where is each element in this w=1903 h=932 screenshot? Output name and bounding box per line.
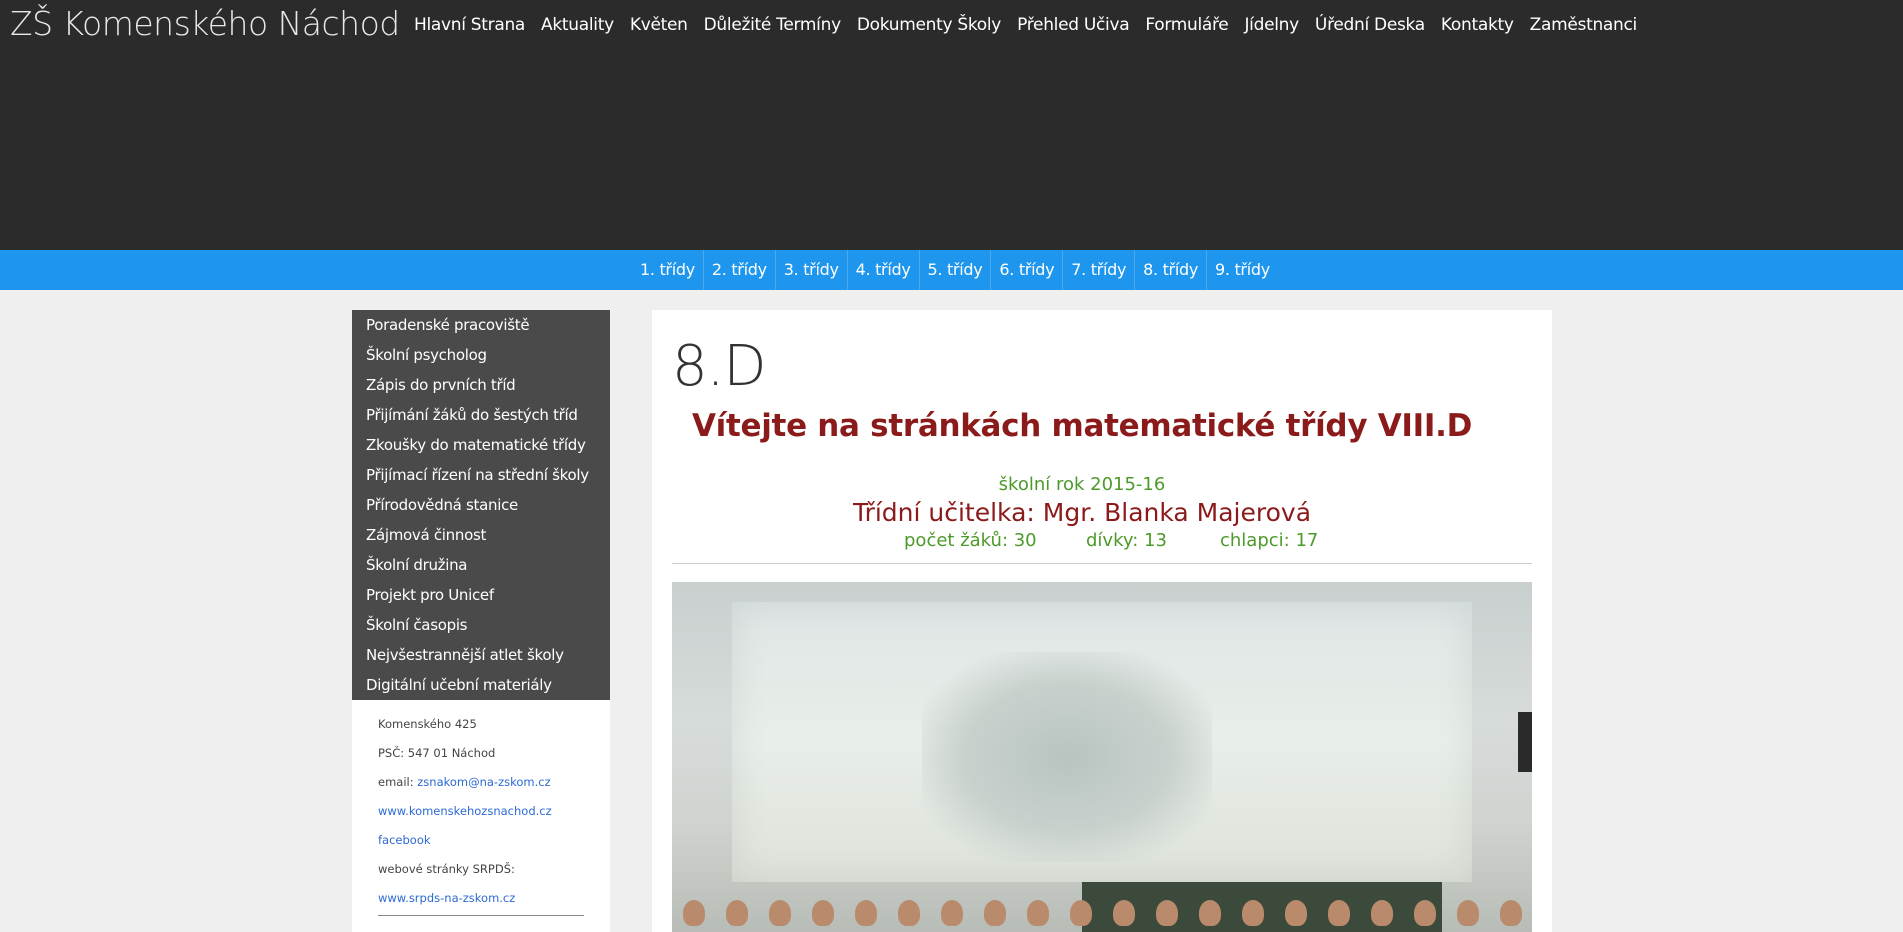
nav-dokumenty-skoly[interactable]: Dokumenty Školy: [849, 13, 1009, 37]
class-nav: 1. třídy 2. třídy 3. třídy 4. třídy 5. t…: [632, 250, 1278, 290]
projected-image: [922, 652, 1212, 862]
class-nav-4[interactable]: 4. třídy: [848, 250, 920, 290]
content-divider: [672, 563, 1532, 564]
nav-prehled-uciva[interactable]: Přehled Učiva: [1009, 13, 1137, 37]
class-nav-2[interactable]: 2. třídy: [704, 250, 776, 290]
class-photo: [672, 582, 1532, 932]
sidebar-item-projekt-unicef[interactable]: Projekt pro Unicef: [352, 580, 610, 610]
email-link[interactable]: zsnakom@na-zskom.cz: [417, 775, 550, 789]
main-nav: Hlavní Strana Aktuality Květen Důležité …: [406, 13, 1645, 37]
welcome-heading: Vítejte na stránkách matematické třídy V…: [691, 408, 1473, 444]
sidebar-item-skolni-psycholog[interactable]: Školní psycholog: [352, 340, 610, 370]
sidebar-item-skolni-druzina[interactable]: Školní družina: [352, 550, 610, 580]
srpds-link[interactable]: www.srpds-na-zskom.cz: [378, 891, 515, 905]
srpds-row: www.srpds-na-zskom.cz: [378, 884, 584, 913]
class-nav-bar: 1. třídy 2. třídy 3. třídy 4. třídy 5. t…: [0, 250, 1903, 290]
class-stats: počet žáků: 30 dívky: 13 chlapci: 17: [904, 530, 1318, 551]
site-title[interactable]: ZŠ Komenského Náchod: [10, 4, 400, 43]
class-nav-3[interactable]: 3. třídy: [776, 250, 848, 290]
facebook-link[interactable]: facebook: [378, 833, 431, 847]
class-nav-9[interactable]: 9. třídy: [1207, 250, 1278, 290]
sidebar-item-digitalni-materialy[interactable]: Digitální učební materiály: [352, 670, 610, 700]
sidebar-item-prijimani-sestych[interactable]: Přijímání žáků do šestých tříd: [352, 400, 610, 430]
postal-text: PSČ: 547 01 Náchod: [378, 746, 496, 760]
class-nav-1[interactable]: 1. třídy: [632, 250, 704, 290]
website-row: www.komenskehozsnachod.cz: [378, 797, 584, 826]
email-label: email:: [378, 775, 418, 789]
nav-aktuality[interactable]: Aktuality: [533, 13, 622, 37]
nav-dulezite-terminy[interactable]: Důležité Termíny: [696, 13, 849, 37]
nav-formulare[interactable]: Formuláře: [1137, 13, 1236, 37]
sidebar-item-skolni-casopis[interactable]: Školní časopis: [352, 610, 610, 640]
sidebar-item-zajmova-cinnost[interactable]: Zájmová činnost: [352, 520, 610, 550]
sidebar-item-zapis[interactable]: Zápis do prvních tříd: [352, 370, 610, 400]
photo-edge: [1518, 712, 1532, 772]
srpds-label: webové stránky SRPDŠ:: [378, 862, 515, 876]
school-year: školní rok 2015-16: [998, 474, 1166, 495]
email-row: email: zsnakom@na-zskom.cz: [378, 768, 584, 797]
main-content: 8.D Vítejte na stránkách matematické tří…: [652, 310, 1552, 932]
page-title: 8.D: [672, 334, 767, 399]
class-nav-8[interactable]: 8. třídy: [1135, 250, 1207, 290]
sidebar-item-atlet-skoly[interactable]: Nejvšestrannější atlet školy: [352, 640, 610, 670]
nav-kveten[interactable]: Květen: [622, 13, 696, 37]
nav-hlavni-strana[interactable]: Hlavní Strana: [406, 13, 533, 37]
nav-zamestnanci[interactable]: Zaměstnanci: [1522, 13, 1645, 37]
nav-kontakty[interactable]: Kontakty: [1433, 13, 1522, 37]
sidebar-item-prirodovedna-stanice[interactable]: Přírodovědná stanice: [352, 490, 610, 520]
sidebar-item-prijimaci-rizeni[interactable]: Přijímací řízení na střední školy: [352, 460, 610, 490]
sidebar: Poradenské pracoviště Školní psycholog Z…: [352, 310, 610, 932]
class-nav-7[interactable]: 7. třídy: [1063, 250, 1136, 290]
address-text: Komenského 425: [378, 717, 477, 731]
girls-count: dívky: 13: [1086, 530, 1167, 551]
class-nav-5[interactable]: 5. třídy: [920, 250, 992, 290]
boys-count: chlapci: 17: [1220, 530, 1319, 551]
class-teacher: Třídní učitelka: Mgr. Blanka Majerová: [852, 498, 1312, 527]
nav-uredni-deska[interactable]: Úřední Deska: [1307, 13, 1433, 37]
website-link[interactable]: www.komenskehozsnachod.cz: [378, 804, 552, 818]
nav-jidelny[interactable]: Jídelny: [1236, 13, 1306, 37]
sidebar-menu: Poradenské pracoviště Školní psycholog Z…: [352, 310, 610, 700]
sidebar-item-poradenske-pracoviste[interactable]: Poradenské pracoviště: [352, 310, 610, 340]
student-count: počet žáků: 30: [904, 530, 1037, 551]
sidebar-item-zkousky-matematicke[interactable]: Zkoušky do matematické třídy: [352, 430, 610, 460]
site-header: ZŠ Komenského Náchod Hlavní Strana Aktua…: [0, 0, 1903, 250]
contact-info: Komenského 425 PSČ: 547 01 Náchod email:…: [352, 700, 610, 932]
facebook-row: facebook: [378, 826, 584, 855]
students-group: [672, 882, 1532, 932]
class-nav-6[interactable]: 6. třídy: [991, 250, 1064, 290]
sidebar-divider: [378, 915, 584, 916]
